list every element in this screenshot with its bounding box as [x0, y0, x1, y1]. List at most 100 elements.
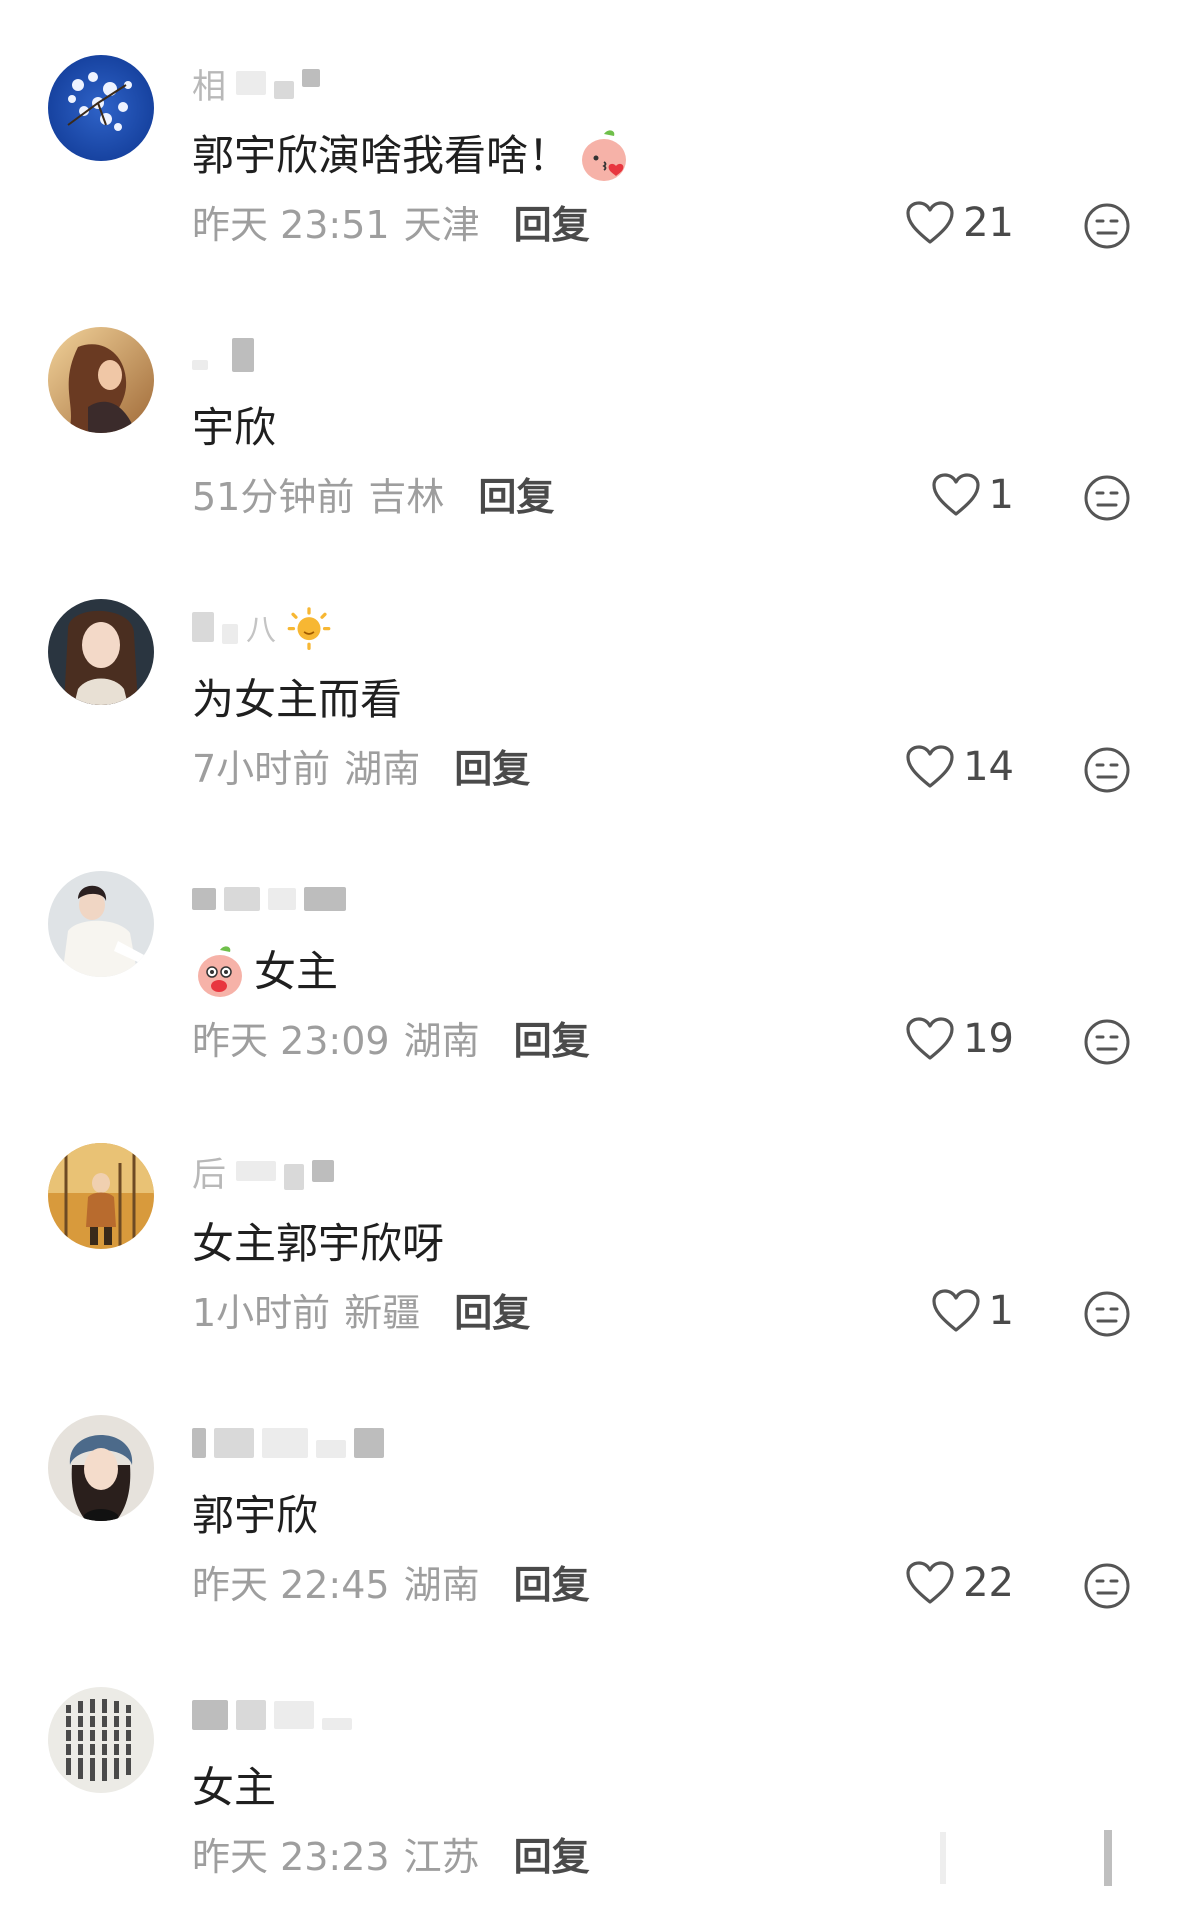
- shy-peach-emoji-icon: [192, 944, 248, 1000]
- partial-dislike-icon: [1104, 1830, 1112, 1886]
- comment-text: 郭宇欣演啥我看啥！: [192, 128, 632, 184]
- like-count: 14: [963, 744, 1014, 790]
- partial-like-icon: [940, 1832, 946, 1884]
- comment-time: 昨天 23:51: [192, 203, 390, 247]
- autumn-trees-avatar-icon: [48, 1143, 154, 1249]
- neutral-face-icon: [1084, 747, 1130, 793]
- comment-meta: 1小时前 新疆 回复: [192, 1290, 530, 1336]
- username-blurred[interactable]: 后: [192, 1150, 334, 1195]
- reply-button[interactable]: 回复: [454, 1290, 530, 1336]
- username-mosaic: [304, 887, 346, 911]
- avatar[interactable]: [48, 1415, 154, 1521]
- woman-headscarf-avatar-icon: [48, 1415, 154, 1521]
- avatar[interactable]: [48, 1143, 154, 1249]
- comment-location: 新疆: [344, 1291, 421, 1335]
- comment-meta: 昨天 22:45 湖南 回复: [192, 1562, 590, 1608]
- reply-button[interactable]: 回复: [454, 746, 530, 792]
- avatar[interactable]: [48, 55, 154, 161]
- comment-time: 昨天 23:23: [192, 1835, 390, 1879]
- username-mosaic: [232, 338, 254, 372]
- comment-location: 吉林: [368, 475, 445, 519]
- username-blurred[interactable]: [192, 1422, 384, 1464]
- username-blurred[interactable]: [192, 334, 254, 376]
- dislike-button[interactable]: [1083, 1562, 1131, 1610]
- reply-button[interactable]: 回复: [514, 1834, 590, 1880]
- woman-white-dress-avatar-icon: [48, 871, 154, 977]
- username-blurred[interactable]: 相: [192, 62, 320, 107]
- comment-text: 女主郭宇欣呀: [192, 1219, 445, 1268]
- like-button[interactable]: 1: [931, 472, 1014, 518]
- dislike-button[interactable]: [1083, 202, 1131, 250]
- heart-icon: [931, 473, 980, 516]
- username-mosaic: [236, 1700, 266, 1730]
- username-blurred[interactable]: 八: [192, 604, 332, 650]
- avatar[interactable]: [48, 599, 154, 705]
- username-mosaic: [312, 1160, 334, 1182]
- dislike-button[interactable]: [1083, 474, 1131, 522]
- comment-item: 女主 昨天 23:09 湖南 回复 19: [0, 816, 1179, 1086]
- comment-meta: 昨天 23:09 湖南 回复: [192, 1018, 590, 1064]
- reply-button[interactable]: 回复: [514, 202, 590, 248]
- sun-emoji-icon: [286, 604, 332, 650]
- username-mosaic: [192, 888, 216, 910]
- username-mosaic: [316, 1440, 346, 1458]
- reply-button[interactable]: 回复: [514, 1018, 590, 1064]
- username-mosaic: [236, 71, 266, 95]
- like-count: 19: [963, 1016, 1014, 1062]
- username-mosaic: [192, 1428, 206, 1458]
- neutral-face-icon: [1084, 1563, 1130, 1609]
- dislike-button[interactable]: [1083, 1018, 1131, 1066]
- username-mosaic: [284, 1164, 304, 1190]
- username-mosaic: [192, 1700, 228, 1730]
- woman-portrait-avatar-icon: [48, 599, 154, 705]
- comment-meta: 7小时前 湖南 回复: [192, 746, 530, 792]
- avatar[interactable]: [48, 1687, 154, 1793]
- like-button[interactable]: 19: [905, 1016, 1014, 1062]
- avatar[interactable]: [48, 871, 154, 977]
- avatar[interactable]: [48, 327, 154, 433]
- dislike-button[interactable]: [1083, 746, 1131, 794]
- like-button[interactable]: 22: [905, 1560, 1014, 1606]
- dislike-button[interactable]: [1083, 1290, 1131, 1338]
- like-button[interactable]: 14: [905, 744, 1014, 790]
- blue-flower-avatar-icon: [48, 55, 154, 161]
- comment-meta: 昨天 23:51 天津 回复: [192, 202, 590, 248]
- reply-button[interactable]: 回复: [514, 1562, 590, 1608]
- username-mosaic: 八: [246, 613, 278, 648]
- username-mosaic: [322, 1718, 352, 1730]
- comment-item: 后 女主郭宇欣呀 1小时前 新疆 回复 1: [0, 1088, 1179, 1358]
- username-mosaic: [274, 81, 294, 99]
- username-mosaic: [222, 624, 238, 644]
- username-mosaic: [236, 1161, 276, 1181]
- comment-time: 昨天 22:45: [192, 1563, 390, 1607]
- heart-icon: [931, 1289, 980, 1332]
- heart-icon: [906, 745, 954, 788]
- comment-text: 宇欣: [192, 403, 277, 452]
- username-mosaic: [192, 360, 208, 370]
- comment-time: 昨天 23:09: [192, 1019, 390, 1063]
- username-mosaic: [268, 888, 296, 910]
- like-count: 1: [988, 1288, 1014, 1334]
- heart-icon: [906, 201, 954, 244]
- comment-text: 为女主而看: [192, 675, 403, 724]
- comment-time: 7小时前: [192, 747, 331, 791]
- username-prefix: 相: [192, 66, 228, 107]
- comment-item: 郭宇欣 昨天 22:45 湖南 回复 22: [0, 1360, 1179, 1630]
- kiss-peach-emoji-icon: [576, 128, 632, 184]
- comment-text: 郭宇欣: [192, 1491, 319, 1540]
- heart-icon: [906, 1017, 954, 1060]
- neutral-face-icon: [1084, 1019, 1130, 1065]
- like-button[interactable]: 21: [905, 200, 1014, 246]
- username-blurred[interactable]: [192, 878, 346, 920]
- comment-item: 相 郭宇欣演啥我看啥！ 昨天 23:51 天津 回复 21: [0, 0, 1179, 270]
- username-mosaic: [262, 1428, 308, 1458]
- comment-location: 湖南: [344, 747, 421, 791]
- username-mosaic: [302, 69, 320, 87]
- like-button[interactable]: 1: [931, 1288, 1014, 1334]
- like-count: 22: [963, 1560, 1014, 1606]
- comment-text: 女主: [192, 944, 338, 1000]
- username-blurred[interactable]: [192, 1694, 352, 1736]
- username-mosaic: [192, 612, 214, 642]
- comment-meta: 昨天 23:23 江苏 回复: [192, 1834, 590, 1880]
- reply-button[interactable]: 回复: [478, 474, 554, 520]
